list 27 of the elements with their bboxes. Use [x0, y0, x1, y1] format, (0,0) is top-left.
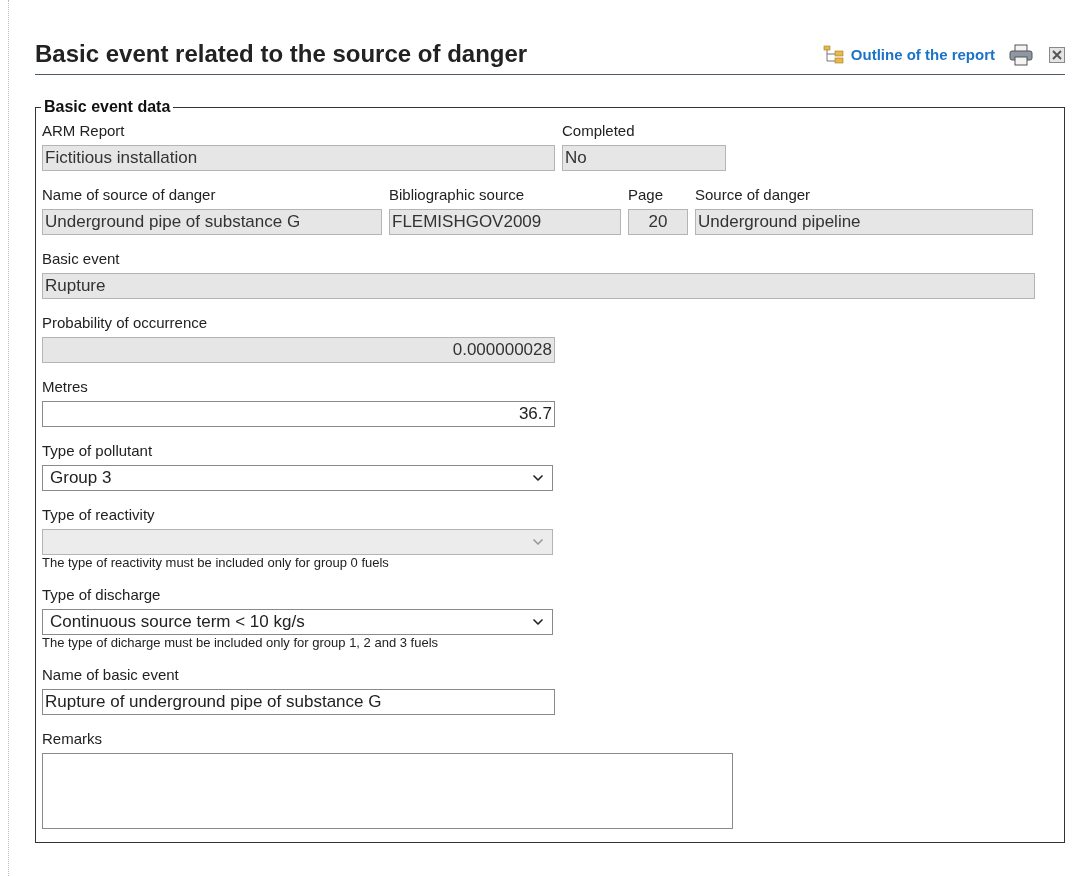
printer-icon[interactable] — [1009, 43, 1033, 66]
field-label: Page — [628, 185, 665, 205]
field-hint: The type of dicharge must be included only for group 1, 2 and 3 fuels — [42, 635, 440, 651]
field-label: Source of danger — [695, 185, 812, 205]
field-label: Type of pollutant — [42, 441, 154, 461]
field-label: Type of reactivity — [42, 505, 156, 525]
input-field[interactable]: 36.7 — [42, 401, 555, 427]
field-hint: The type of reactivity must be included only for group 0 fuels — [42, 555, 390, 571]
field-label: Name of source of danger — [42, 185, 217, 205]
field-label: Probability of occurrence — [42, 313, 209, 333]
field-label: Type of discharge — [42, 585, 162, 605]
outline-link[interactable]: Outline of the report — [850, 43, 995, 66]
dropdown[interactable]: Group 3 — [42, 465, 553, 491]
field-label: Basic event — [42, 249, 121, 269]
tree-icon — [822, 44, 845, 65]
remarks-field[interactable] — [42, 753, 733, 829]
panel-legend: Basic event data — [41, 95, 174, 119]
field-label: Bibliographic source — [389, 185, 526, 205]
field-label: ARM Report — [42, 121, 126, 141]
input-field[interactable]: Rupture of underground pipe of substance G — [42, 689, 555, 715]
field-label: Remarks — [42, 729, 103, 749]
field-label: Completed — [562, 121, 636, 141]
dropdown[interactable]: Continuous source term < 10 kg/s — [42, 609, 553, 635]
page-title: Basic event related to the source of danger — [35, 40, 528, 68]
field-label: Metres — [42, 377, 89, 397]
field-label: Name of basic event — [42, 665, 180, 685]
close-icon[interactable] — [1049, 46, 1065, 63]
